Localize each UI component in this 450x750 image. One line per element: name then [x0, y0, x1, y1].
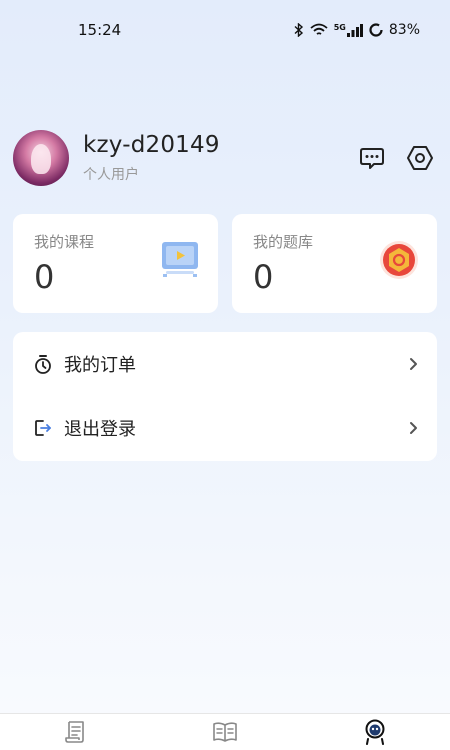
avatar[interactable]	[13, 130, 69, 186]
battery-percent: 83%	[388, 22, 420, 38]
nav-tab-profile[interactable]	[335, 714, 415, 750]
signal-icon: 5G	[333, 22, 363, 37]
document-icon	[65, 721, 84, 743]
chevron-right-icon	[410, 422, 417, 434]
settings-button[interactable]	[405, 143, 435, 173]
chevron-right-icon	[410, 358, 417, 370]
network-label: 5G	[333, 22, 346, 32]
wifi-icon	[310, 23, 328, 35]
profile-actions	[357, 143, 435, 173]
my-courses-card[interactable]: 我的课程 0	[13, 214, 218, 313]
message-icon	[360, 148, 384, 169]
username: kzy-d20149	[83, 132, 220, 158]
menu-item-my-orders[interactable]: 我的订单	[13, 332, 437, 396]
logout-icon	[33, 418, 53, 438]
menu-label: 退出登录	[64, 419, 136, 440]
book-icon	[213, 722, 237, 742]
settings-icon	[407, 146, 433, 170]
stat-cards: 我的课程 0 我的题库 0	[13, 214, 437, 313]
menu-item-logout[interactable]: 退出登录	[13, 396, 437, 460]
battery-icon	[369, 23, 383, 37]
timer-icon	[33, 354, 53, 374]
status-icons: 5G 83%	[294, 22, 420, 38]
course-video-icon	[162, 242, 198, 277]
profile-mascot-icon	[365, 719, 385, 745]
profile-header: kzy-d20149 个人用户	[13, 128, 437, 188]
profile-text: kzy-d20149 个人用户	[83, 132, 357, 184]
user-role: 个人用户	[83, 167, 139, 183]
question-bank-badge-icon	[380, 241, 418, 279]
bottom-nav	[0, 713, 450, 750]
nav-tab-study[interactable]	[35, 714, 115, 750]
my-question-bank-card[interactable]: 我的题库 0	[232, 214, 437, 313]
menu-label: 我的订单	[64, 355, 136, 376]
status-bar: 15:24 5G 83%	[0, 0, 450, 60]
menu-card: 我的订单 退出登录	[13, 332, 437, 461]
nav-tab-library[interactable]	[185, 714, 265, 750]
bluetooth-icon	[294, 23, 303, 37]
message-button[interactable]	[357, 143, 387, 173]
status-time: 15:24	[78, 21, 122, 39]
